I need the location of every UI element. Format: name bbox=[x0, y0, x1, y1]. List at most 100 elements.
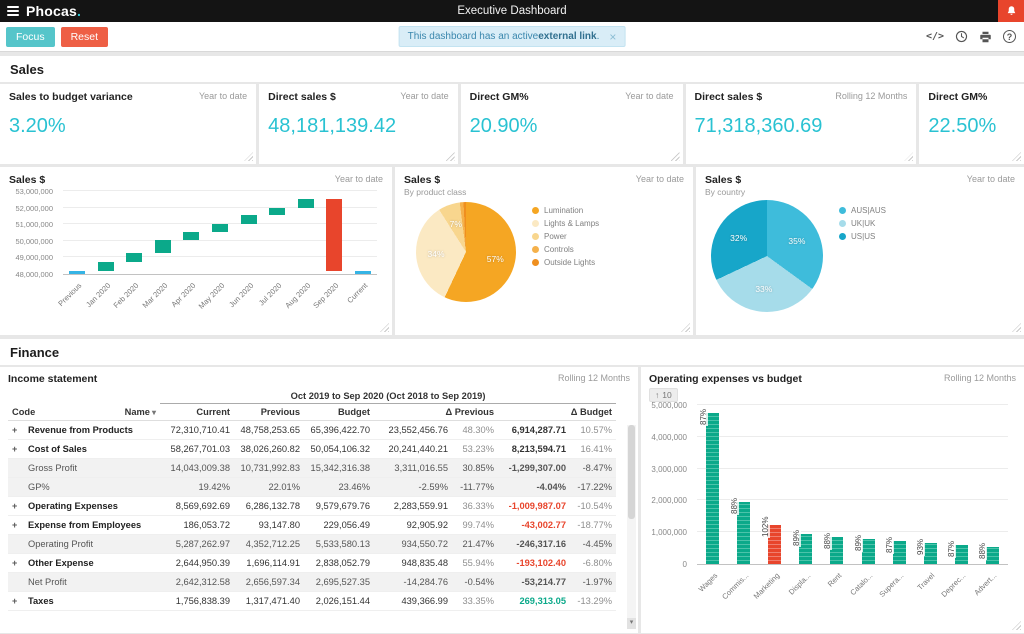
value-cell: 2,838,052.79 bbox=[304, 554, 374, 573]
resize-handle-icon[interactable] bbox=[671, 152, 680, 161]
scroll-down-icon[interactable]: ▾ bbox=[627, 618, 636, 629]
kpi-direct-gm-ytd[interactable]: Direct GM%Year to date 20.90% bbox=[461, 84, 683, 164]
column-header-previous[interactable]: Previous bbox=[234, 404, 304, 421]
expand-icon[interactable]: + bbox=[12, 444, 17, 454]
banner-close-icon[interactable]: × bbox=[609, 33, 616, 41]
waterfall-bar-total[interactable] bbox=[355, 271, 371, 274]
kpi-period: Rolling 12 Months bbox=[829, 91, 907, 101]
plot-area bbox=[63, 191, 377, 275]
focus-button[interactable]: Focus bbox=[6, 27, 55, 47]
history-icon[interactable] bbox=[955, 30, 968, 43]
resize-handle-icon[interactable] bbox=[904, 152, 913, 161]
value-cell: -11.77% bbox=[452, 478, 498, 497]
filter-badge[interactable]: ↑10 bbox=[649, 388, 678, 402]
column-header-delta-previous[interactable]: Δ Previous bbox=[374, 404, 498, 421]
code-cell: + bbox=[8, 554, 24, 573]
bell-icon bbox=[1006, 5, 1017, 17]
resize-handle-icon[interactable] bbox=[681, 323, 690, 332]
expand-icon[interactable]: + bbox=[12, 501, 17, 511]
income-row[interactable]: +Operating Expenses8,569,692.696,286,132… bbox=[8, 497, 616, 516]
legend-swatch-icon bbox=[532, 220, 539, 227]
kpi-direct-sales-ytd[interactable]: Direct sales $Year to date 48,181,139.42 bbox=[259, 84, 457, 164]
bar-supera[interactable] bbox=[893, 541, 906, 564]
legend-item[interactable]: US|US bbox=[839, 232, 886, 241]
income-row[interactable]: Operating Profit5,287,262.974,352,712.25… bbox=[8, 535, 616, 554]
resize-handle-icon[interactable] bbox=[380, 323, 389, 332]
waterfall-bar-increase[interactable] bbox=[269, 208, 285, 214]
kpi-sales-to-budget-variance[interactable]: Sales to budget varianceYear to date 3.2… bbox=[0, 84, 256, 164]
waterfall-bar-increase[interactable] bbox=[183, 232, 199, 241]
expand-icon[interactable]: + bbox=[12, 520, 17, 530]
income-row[interactable]: +Expense from Employees186,053.7293,147.… bbox=[8, 516, 616, 535]
column-header-budget[interactable]: Budget bbox=[304, 404, 374, 421]
resize-handle-icon[interactable] bbox=[1012, 323, 1021, 332]
resize-handle-icon[interactable] bbox=[446, 152, 455, 161]
income-row[interactable]: +Other Expense2,644,950.391,696,114.912,… bbox=[8, 554, 616, 573]
kpi-label: Sales to budget variance bbox=[9, 91, 133, 103]
waterfall-bar-total[interactable] bbox=[69, 271, 85, 274]
gridline bbox=[697, 499, 1008, 500]
expand-icon[interactable]: + bbox=[12, 558, 17, 568]
value-cell: 10.57% bbox=[570, 421, 616, 440]
resize-handle-icon[interactable] bbox=[1012, 621, 1021, 630]
legend-swatch-icon bbox=[532, 259, 539, 266]
legend-item[interactable]: Controls bbox=[532, 245, 599, 254]
bar-displa[interactable] bbox=[799, 534, 812, 564]
gridline bbox=[697, 404, 1008, 405]
kpi-direct-sales-rolling12[interactable]: Direct sales $Rolling 12 Months 71,318,3… bbox=[686, 84, 917, 164]
income-row[interactable]: GP%19.42%22.01%23.46%-2.59%-11.77%-4.04%… bbox=[8, 478, 616, 497]
dashboard-body: Sales Sales to budget varianceYear to da… bbox=[0, 56, 1024, 633]
column-header-code[interactable]: Code bbox=[8, 404, 24, 421]
product-class-pie[interactable]: 57%34%7% bbox=[416, 202, 516, 302]
waterfall-bar-increase[interactable] bbox=[98, 262, 114, 271]
embed-code-icon[interactable]: </> bbox=[926, 31, 944, 42]
legend-item[interactable]: AUS|AUS bbox=[839, 206, 886, 215]
income-row[interactable]: +Cost of Sales58,267,701.0338,026,260.82… bbox=[8, 440, 616, 459]
reset-button[interactable]: Reset bbox=[61, 27, 108, 47]
income-row[interactable]: Net Profit2,642,312.582,656,597.342,695,… bbox=[8, 573, 616, 592]
legend-item[interactable]: Outside Lights bbox=[532, 258, 599, 267]
legend-item[interactable]: Power bbox=[532, 232, 599, 241]
column-header-delta-budget[interactable]: Δ Budget bbox=[498, 404, 616, 421]
bar-rent[interactable] bbox=[830, 537, 843, 564]
legend-item[interactable]: Lights & Lamps bbox=[532, 219, 599, 228]
external-link[interactable]: external link bbox=[538, 31, 596, 42]
bar-commis[interactable] bbox=[737, 502, 750, 564]
banner-text: This dashboard has an active bbox=[408, 31, 539, 42]
column-header-current[interactable]: Current bbox=[160, 404, 234, 421]
waterfall-bar-decrease[interactable] bbox=[326, 199, 342, 271]
resize-handle-icon[interactable] bbox=[244, 152, 253, 161]
scrollbar-thumb[interactable] bbox=[628, 425, 635, 519]
waterfall-bar-increase[interactable] bbox=[126, 253, 142, 262]
phocas-logo[interactable]: Phocas. bbox=[26, 3, 81, 19]
sort-icon[interactable]: ▾ bbox=[152, 408, 156, 417]
bar-travel[interactable] bbox=[924, 543, 937, 564]
waterfall-bar-increase[interactable] bbox=[212, 224, 228, 231]
income-row[interactable]: +Revenue from Products72,310,710.4148,75… bbox=[8, 421, 616, 440]
bar-catalo[interactable] bbox=[862, 539, 875, 564]
legend-item[interactable]: Lumination bbox=[532, 206, 599, 215]
help-icon[interactable]: ? bbox=[1003, 30, 1016, 43]
value-cell: 8,569,692.69 bbox=[160, 497, 234, 516]
expand-icon[interactable]: + bbox=[12, 596, 17, 606]
column-header-name[interactable]: Name▾ bbox=[24, 404, 160, 421]
income-row[interactable]: +Taxes1,756,838.391,317,471.402,026,151.… bbox=[8, 592, 616, 611]
waterfall-bar-increase[interactable] bbox=[241, 215, 257, 224]
waterfall-bar-increase[interactable] bbox=[298, 199, 314, 208]
kpi-direct-gm-rolling12[interactable]: Direct GM% 22.50% bbox=[919, 84, 1024, 164]
menu-icon[interactable] bbox=[0, 0, 26, 22]
waterfall-bar-increase[interactable] bbox=[155, 240, 171, 252]
country-pie[interactable]: 35%33%32% bbox=[711, 200, 823, 312]
table-scrollbar[interactable]: ▾ bbox=[627, 425, 636, 629]
income-row[interactable]: Gross Profit14,043,009.3810,731,992.8315… bbox=[8, 459, 616, 478]
expand-icon[interactable]: + bbox=[12, 425, 17, 435]
resize-handle-icon[interactable] bbox=[1012, 152, 1021, 161]
legend-item[interactable]: UK|UK bbox=[839, 219, 886, 228]
bar-wages[interactable] bbox=[706, 413, 719, 564]
bar-deprec[interactable] bbox=[955, 545, 968, 564]
legend-label: Lumination bbox=[544, 206, 583, 215]
alerts-button[interactable] bbox=[998, 0, 1024, 22]
bar-advert[interactable] bbox=[986, 547, 999, 564]
bar-marketing[interactable] bbox=[768, 525, 781, 564]
print-icon[interactable] bbox=[979, 31, 992, 43]
